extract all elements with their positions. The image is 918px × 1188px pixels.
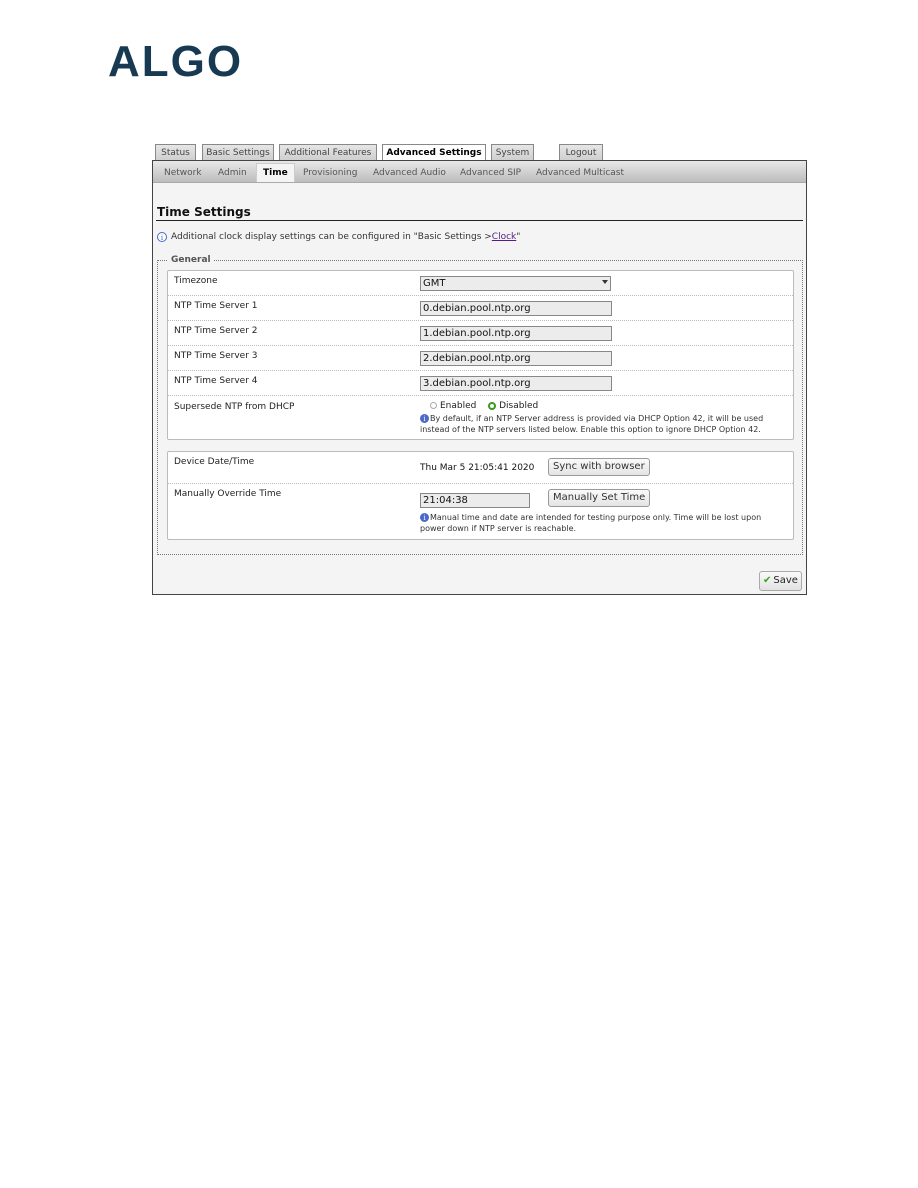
tab-status[interactable]: Status xyxy=(155,144,196,160)
info-suffix: " xyxy=(516,232,521,242)
ntp-server-2-label: NTP Time Server 2 xyxy=(174,326,258,336)
save-button[interactable]: ✔ Save xyxy=(759,571,802,591)
subtab-advanced-multicast[interactable]: Advanced Multicast xyxy=(536,164,624,182)
override-time-input[interactable]: 21:04:38 xyxy=(420,493,530,508)
supersede-row: Supersede NTP from DHCP Enabled Disabled… xyxy=(168,396,793,440)
tab-basic-settings[interactable]: Basic Settings xyxy=(202,144,274,160)
info-icon: i xyxy=(157,232,167,242)
disabled-radio[interactable] xyxy=(488,401,497,410)
page-title: Time Settings xyxy=(157,205,251,219)
device-time-group: Device Date/Time Thu Mar 5 21:05:41 2020… xyxy=(167,451,794,540)
ntp-server-1-label: NTP Time Server 1 xyxy=(174,301,258,311)
ntp-settings-group: Timezone GMT NTP Time Server 1 0.debian.… xyxy=(167,270,794,440)
tab-additional-features[interactable]: Additional Features xyxy=(279,144,377,160)
timezone-value: GMT xyxy=(423,278,446,289)
sub-nav: Network Admin Time Provisioning Advanced… xyxy=(153,161,806,183)
disabled-label[interactable]: Disabled xyxy=(499,401,538,411)
supersede-help: i By default, if an NTP Server address is… xyxy=(420,414,764,434)
subtab-provisioning[interactable]: Provisioning xyxy=(303,164,357,182)
ntp-server-1-input[interactable]: 0.debian.pool.ntp.org xyxy=(420,301,612,316)
ntp-server-2-row: NTP Time Server 2 1.debian.pool.ntp.org xyxy=(168,321,793,346)
checkmark-icon: ✔ xyxy=(763,575,772,586)
general-fieldset: General Timezone GMT NTP Time Server 1 0… xyxy=(157,255,803,555)
device-time-row: Device Date/Time Thu Mar 5 21:05:41 2020… xyxy=(168,452,793,484)
general-legend: General xyxy=(168,255,214,265)
subtab-network[interactable]: Network xyxy=(164,164,202,182)
override-row: Manually Override Time 21:04:38 Manually… xyxy=(168,484,793,540)
ntp-server-3-label: NTP Time Server 3 xyxy=(174,351,258,361)
subtab-admin[interactable]: Admin xyxy=(218,164,247,182)
ntp-server-4-row: NTP Time Server 4 3.debian.pool.ntp.org xyxy=(168,371,793,396)
info-text: Additional clock display settings can be… xyxy=(171,232,492,242)
device-time-value: Thu Mar 5 21:05:41 2020 xyxy=(420,463,535,473)
title-divider xyxy=(156,220,803,221)
ntp-server-1-row: NTP Time Server 1 0.debian.pool.ntp.org xyxy=(168,296,793,321)
tab-logout[interactable]: Logout xyxy=(559,144,603,160)
save-label: Save xyxy=(773,575,798,586)
info-icon: i xyxy=(420,414,429,423)
clock-info-note: i Additional clock display settings can … xyxy=(157,232,520,242)
override-help: i Manual time and date are intended for t… xyxy=(420,513,762,533)
subtab-advanced-audio[interactable]: Advanced Audio xyxy=(373,164,446,182)
device-time-label: Device Date/Time xyxy=(174,457,255,467)
enabled-label[interactable]: Enabled xyxy=(440,401,476,411)
subtab-advanced-sip[interactable]: Advanced SIP xyxy=(460,164,521,182)
sync-with-browser-button[interactable]: Sync with browser xyxy=(548,458,650,476)
ntp-server-3-input[interactable]: 2.debian.pool.ntp.org xyxy=(420,351,612,366)
subtab-time[interactable]: Time xyxy=(256,163,295,182)
timezone-label: Timezone xyxy=(174,276,218,286)
manually-set-time-button[interactable]: Manually Set Time xyxy=(548,489,651,507)
supersede-radio-group: Enabled Disabled xyxy=(430,401,538,411)
timezone-select[interactable]: GMT xyxy=(420,276,611,291)
chevron-down-icon xyxy=(602,280,608,284)
supersede-label: Supersede NTP from DHCP xyxy=(174,402,295,412)
clock-link[interactable]: Clock xyxy=(492,232,516,242)
info-icon: i xyxy=(420,513,429,522)
settings-panel: Network Admin Time Provisioning Advanced… xyxy=(152,160,807,595)
tab-system[interactable]: System xyxy=(491,144,534,160)
override-label: Manually Override Time xyxy=(174,489,282,499)
algo-logo: ALGO xyxy=(108,37,244,86)
enabled-radio[interactable] xyxy=(430,402,437,409)
ntp-server-4-label: NTP Time Server 4 xyxy=(174,376,258,386)
timezone-row: Timezone GMT xyxy=(168,271,793,296)
ntp-server-2-input[interactable]: 1.debian.pool.ntp.org xyxy=(420,326,612,341)
ntp-server-4-input[interactable]: 3.debian.pool.ntp.org xyxy=(420,376,612,391)
ntp-server-3-row: NTP Time Server 3 2.debian.pool.ntp.org xyxy=(168,346,793,371)
